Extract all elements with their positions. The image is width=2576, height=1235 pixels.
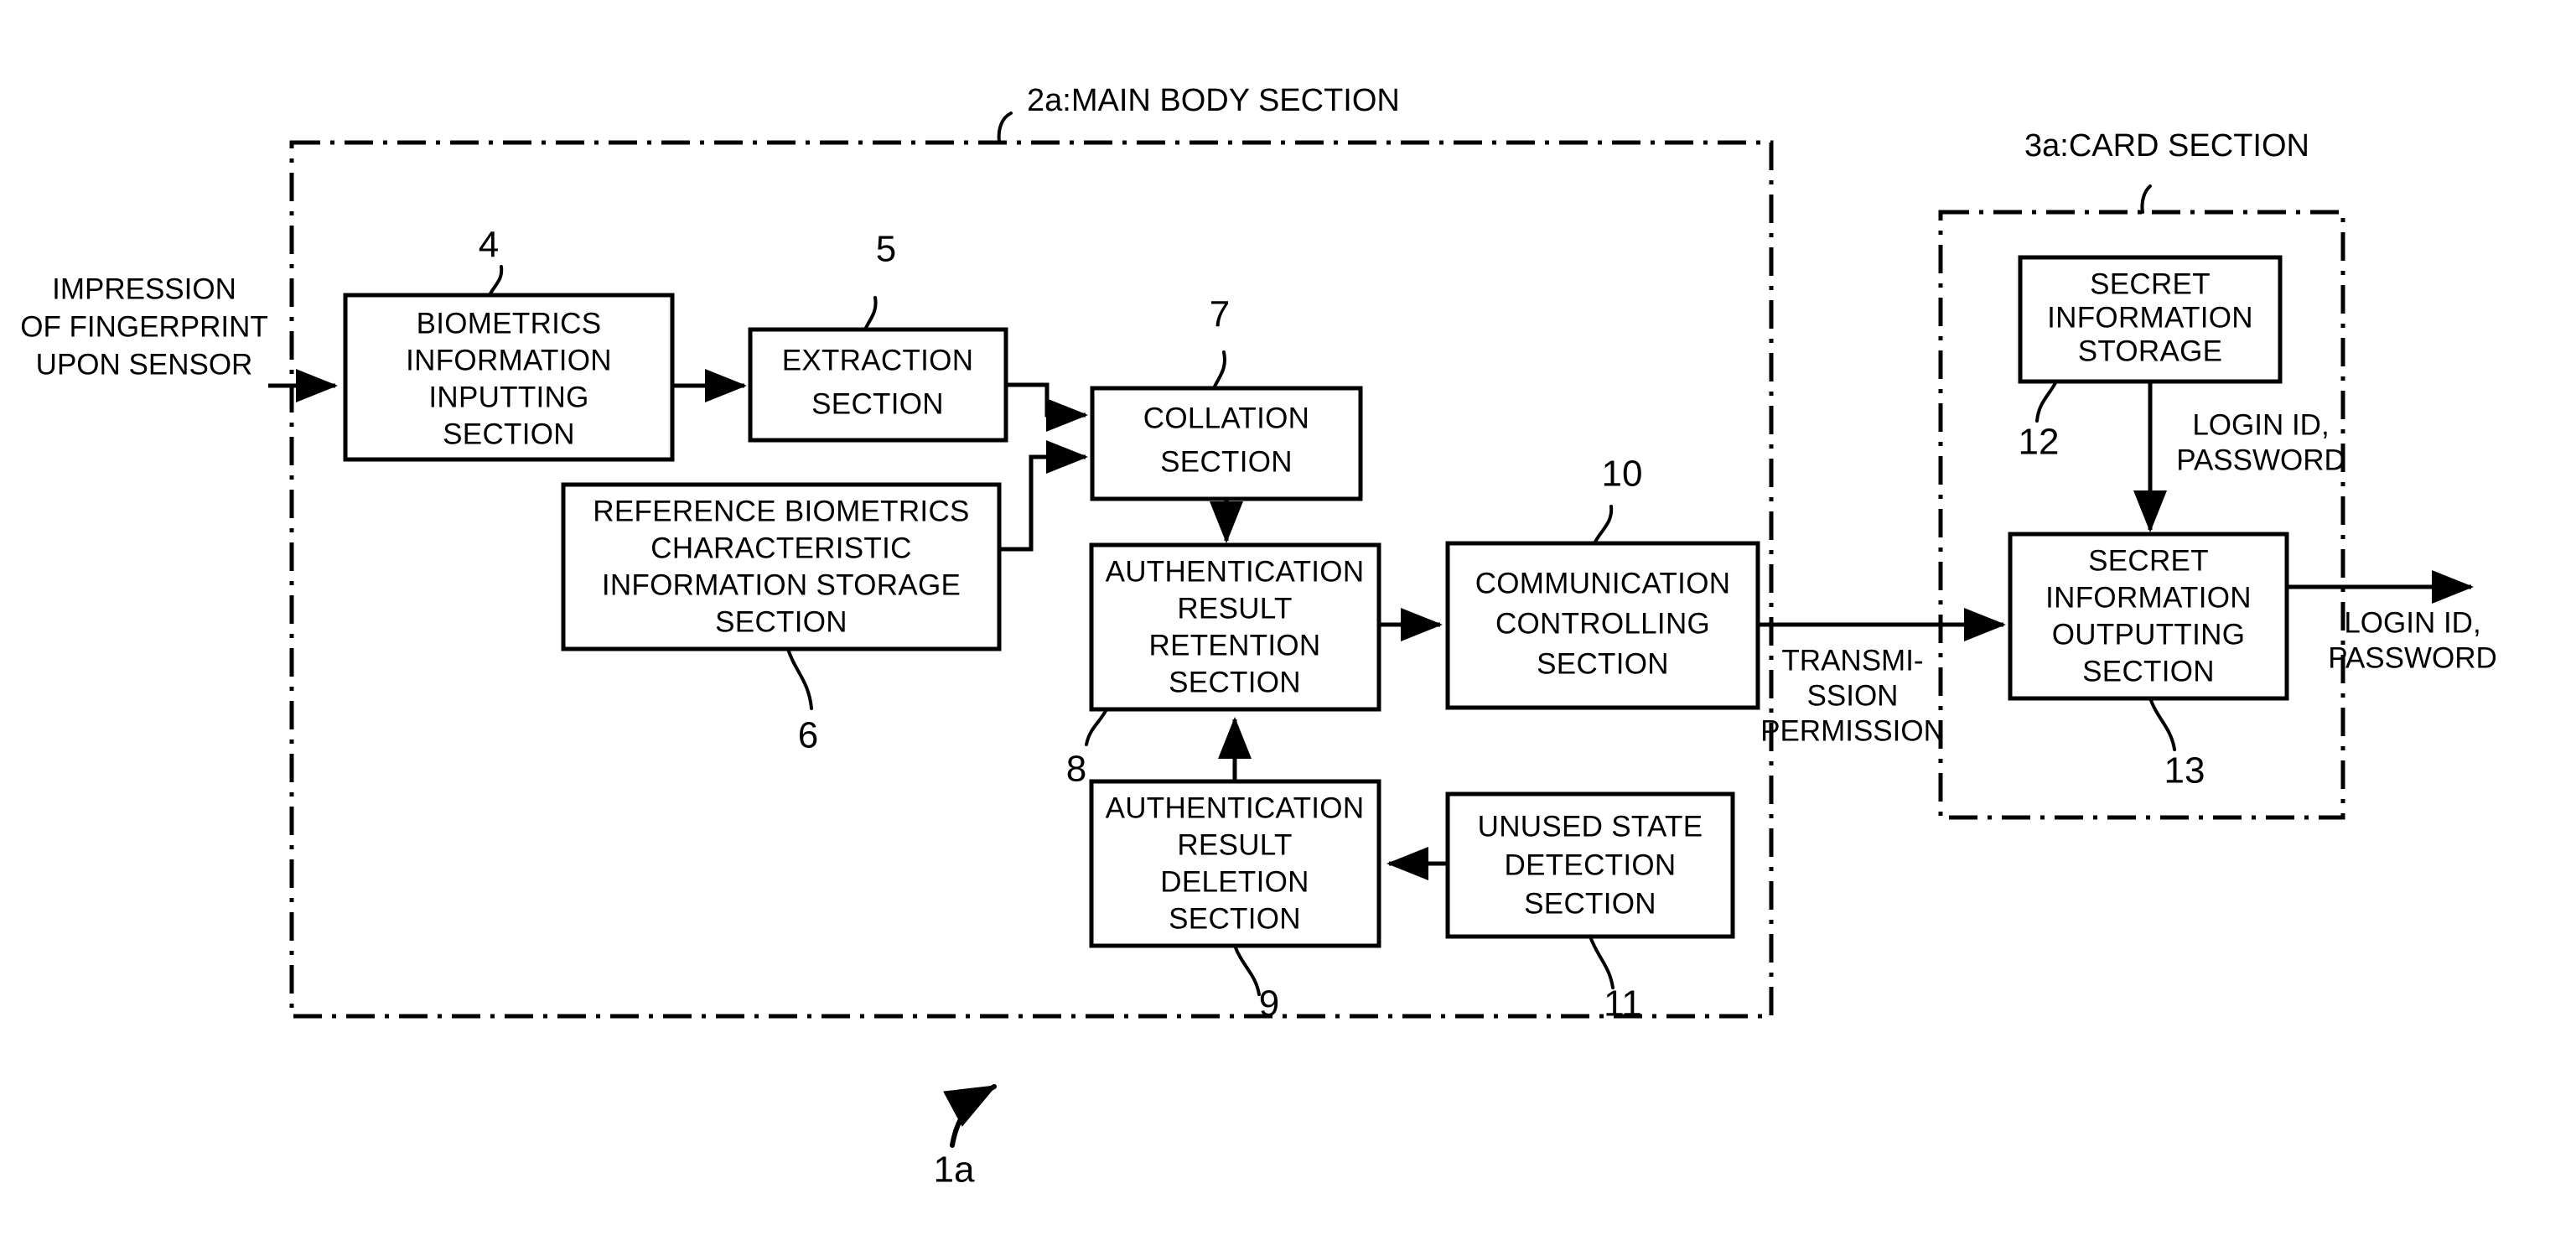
retention-label-line1: AUTHENTICATION <box>1106 555 1365 588</box>
main-body-section-title: 2a:MAIN BODY SECTION <box>1027 83 1400 118</box>
unused-label-line1: UNUSED STATE <box>1478 810 1703 843</box>
deletion-label-line2: RESULT <box>1177 828 1292 861</box>
unused-label-line3: SECTION <box>1524 887 1656 920</box>
biometrics-label-line2: INFORMATION <box>406 344 612 376</box>
reference-numeral-13: 13 <box>2164 750 2205 791</box>
secret-storage-line1: SECRET <box>2090 267 2211 300</box>
deletion-label-line1: AUTHENTICATION <box>1106 791 1365 824</box>
secret-storage-line2: INFORMATION <box>2047 301 2253 334</box>
extraction-label-line1: EXTRACTION <box>782 344 974 376</box>
reference-label-line2: CHARACTERISTIC <box>650 532 911 564</box>
transmission-permission-line1: TRANSMI- <box>1781 644 1923 677</box>
secret-output-line3: OUTPUTTING <box>2052 618 2245 651</box>
secret-output-line4: SECTION <box>2082 655 2215 688</box>
secret-storage-line3: STORAGE <box>2078 335 2223 367</box>
deletion-label-line4: SECTION <box>1169 902 1301 935</box>
reference-numeral-7: 7 <box>1210 294 1230 335</box>
reference-numeral-1a: 1a <box>934 1149 975 1191</box>
reference-numeral-9: 9 <box>1259 983 1279 1025</box>
reference-label-line4: SECTION <box>715 605 847 638</box>
card-credentials-line1: LOGIN ID, <box>2192 408 2329 441</box>
transmission-permission-line3: PERMISSION <box>1760 714 1945 747</box>
reference-numeral-5: 5 <box>876 229 896 270</box>
unused-label-line2: DETECTION <box>1505 848 1677 881</box>
secret-output-line2: INFORMATION <box>2045 581 2252 614</box>
card-credentials-line2: PASSWORD <box>2176 444 2345 476</box>
transmission-permission-line2: SSION <box>1807 679 1899 712</box>
comm-label-line2: CONTROLLING <box>1495 607 1710 640</box>
input-label-line3: UPON SENSOR <box>36 348 253 381</box>
input-label-line2: OF FINGERPRINT <box>20 310 268 343</box>
card-section-title: 3a:CARD SECTION <box>2024 128 2309 163</box>
collation-label-line2: SECTION <box>1160 445 1293 478</box>
reference-numeral-4: 4 <box>479 225 499 266</box>
input-label-line1: IMPRESSION <box>52 272 236 305</box>
reference-numeral-11: 11 <box>1604 983 1642 1025</box>
diagram-canvas: 2a:MAIN BODY SECTION 3a:CARD SECTION IMP… <box>0 0 2576 1235</box>
retention-label-line2: RESULT <box>1177 592 1292 625</box>
retention-label-line3: RETENTION <box>1149 629 1321 662</box>
reference-label-line1: REFERENCE BIOMETRICS <box>593 495 969 527</box>
output-credentials-line1: LOGIN ID, <box>2344 606 2480 639</box>
secret-output-line1: SECRET <box>2088 544 2209 577</box>
reference-numeral-6: 6 <box>798 715 818 756</box>
patent-figure: 2a:MAIN BODY SECTION 3a:CARD SECTION IMP… <box>0 0 2576 1235</box>
biometrics-label-line1: BIOMETRICS <box>417 307 602 340</box>
comm-label-line1: COMMUNICATION <box>1475 567 1731 599</box>
reference-numeral-10: 10 <box>1602 454 1643 495</box>
reference-numeral-12: 12 <box>2019 422 2060 463</box>
extraction-label-line2: SECTION <box>811 387 944 420</box>
deletion-label-line3: DELETION <box>1160 865 1309 898</box>
biometrics-label-line4: SECTION <box>443 418 575 450</box>
output-credentials-line2: PASSWORD <box>2328 641 2497 674</box>
reference-label-line3: INFORMATION STORAGE <box>602 568 961 601</box>
biometrics-label-line3: INPUTTING <box>428 381 588 413</box>
retention-label-line4: SECTION <box>1169 666 1301 698</box>
comm-label-line3: SECTION <box>1537 647 1669 680</box>
collation-label-line1: COLLATION <box>1143 402 1309 434</box>
reference-numeral-8: 8 <box>1066 749 1086 790</box>
